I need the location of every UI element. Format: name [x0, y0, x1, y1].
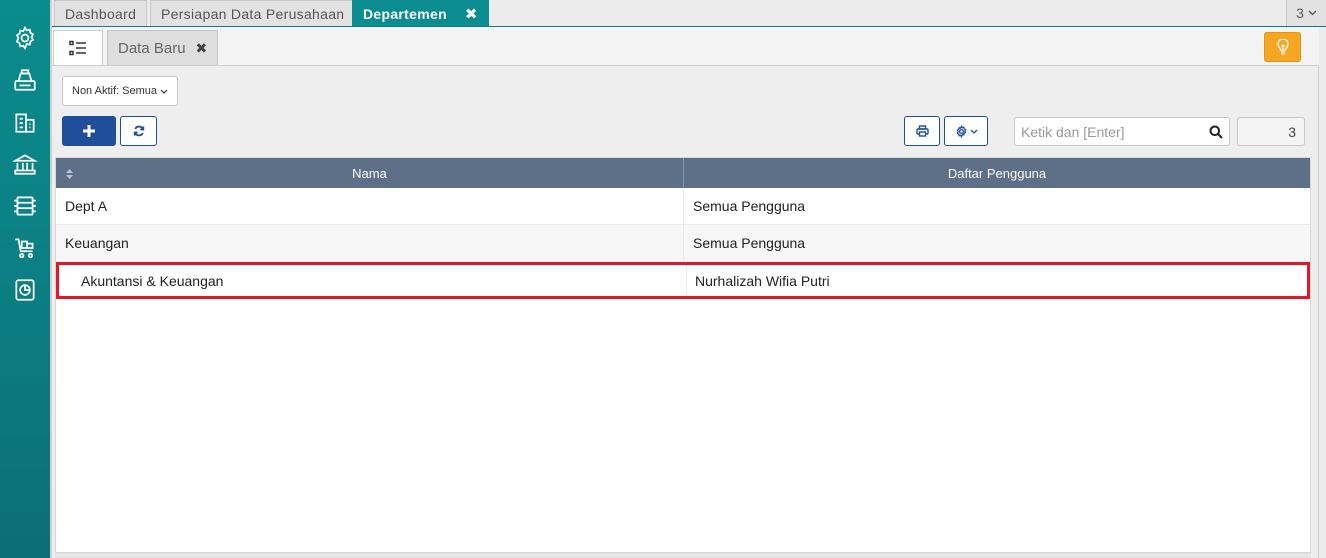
settings-icon [15, 25, 35, 51]
sort-icon[interactable] [66, 167, 73, 182]
cell-pengguna: Semua Pengguna [693, 198, 806, 214]
table-header: Nama Daftar Pengguna [56, 158, 1310, 188]
plus-icon [83, 125, 95, 137]
inventory-icon [14, 196, 36, 216]
tab-label: Departemen [363, 5, 447, 22]
tab-label: Dashboard [65, 5, 137, 22]
purchase-nav[interactable] [9, 232, 41, 264]
cell-pengguna: Semua Pengguna [693, 235, 806, 251]
tab-count-value: 3 [1296, 5, 1304, 21]
building-icon [15, 113, 35, 133]
cell-nama: Keuangan [56, 225, 684, 261]
report-icon [15, 279, 35, 301]
list-view-tab[interactable] [53, 30, 103, 65]
tips-button[interactable] [1264, 32, 1301, 62]
refresh-button[interactable] [120, 116, 157, 146]
sales-nav[interactable] [9, 64, 41, 96]
close-icon[interactable]: ✖ [465, 5, 478, 23]
record-count: 3 [1237, 117, 1305, 146]
cash-register-icon [14, 69, 36, 91]
bank-nav[interactable] [9, 148, 41, 180]
column-header-label: Daftar Pengguna [947, 165, 1047, 181]
chevron-down-icon [160, 89, 168, 94]
search-box [1014, 117, 1230, 146]
tab-departemen[interactable]: Departemen ✖ [352, 0, 489, 26]
add-button[interactable] [62, 116, 116, 146]
chevron-down-icon [970, 129, 977, 134]
search-icon[interactable] [1203, 125, 1229, 139]
table-row[interactable]: Dept A Semua Pengguna [56, 188, 1310, 225]
main-tabbar: Dashboard Persiapan Data Perusahaan Depa… [52, 0, 1326, 27]
inactive-filter-dropdown[interactable]: Non Aktif: Semua [62, 76, 178, 106]
table-row[interactable]: Keuangan Semua Pengguna [56, 225, 1310, 262]
settings-dropdown-button[interactable] [944, 116, 988, 146]
cell-nama: Dept A [56, 188, 684, 224]
sub-tabbar: Data Baru ✖ [52, 27, 1319, 66]
report-nav[interactable] [9, 274, 41, 306]
table-row-highlighted[interactable]: Akuntansi & Keuangan Nurhalizah Wifia Pu… [56, 262, 1310, 299]
refresh-icon [133, 125, 144, 137]
print-icon [915, 125, 929, 137]
column-header-nama[interactable]: Nama [56, 158, 684, 188]
content-panel: Data Baru ✖ Non Aktif: Semua Ketik dan [… [52, 27, 1319, 558]
cell-pengguna: Nurhalizah Wifia Putri [695, 272, 830, 289]
column-header-label: Nama [352, 165, 387, 181]
department-table: Nama Daftar Pengguna Dept A Semua Penggu… [55, 157, 1311, 553]
new-data-tab-label: Data Baru [118, 39, 186, 57]
bank-icon [12, 154, 38, 175]
company-nav[interactable] [9, 106, 41, 138]
list-icon [69, 40, 86, 56]
close-icon[interactable]: ✖ [196, 40, 208, 57]
column-header-daftar-pengguna[interactable]: Daftar Pengguna [684, 158, 1310, 188]
tab-persiapan-data[interactable]: Persiapan Data Perusahaan [150, 0, 356, 26]
cell-nama: Akuntansi & Keuangan [59, 265, 687, 296]
gear-icon [956, 124, 966, 138]
inventory-nav[interactable] [9, 190, 41, 222]
tab-dashboard[interactable]: Dashboard [54, 0, 148, 26]
lightbulb-icon [1276, 39, 1289, 55]
print-button[interactable] [904, 116, 940, 146]
horizontal-scrollbar[interactable] [55, 553, 1311, 558]
filter-label: Non Aktif: Semua [72, 85, 157, 97]
sidebar [0, 0, 50, 558]
chevron-down-icon [1308, 10, 1317, 16]
search-input[interactable] [1015, 118, 1203, 145]
new-data-tab[interactable]: Data Baru ✖ [107, 30, 218, 65]
settings-nav[interactable] [9, 22, 41, 54]
tab-label: Persiapan Data Perusahaan [161, 5, 345, 22]
cart-icon [15, 238, 34, 259]
tab-count-dropdown[interactable]: 3 [1286, 0, 1326, 26]
